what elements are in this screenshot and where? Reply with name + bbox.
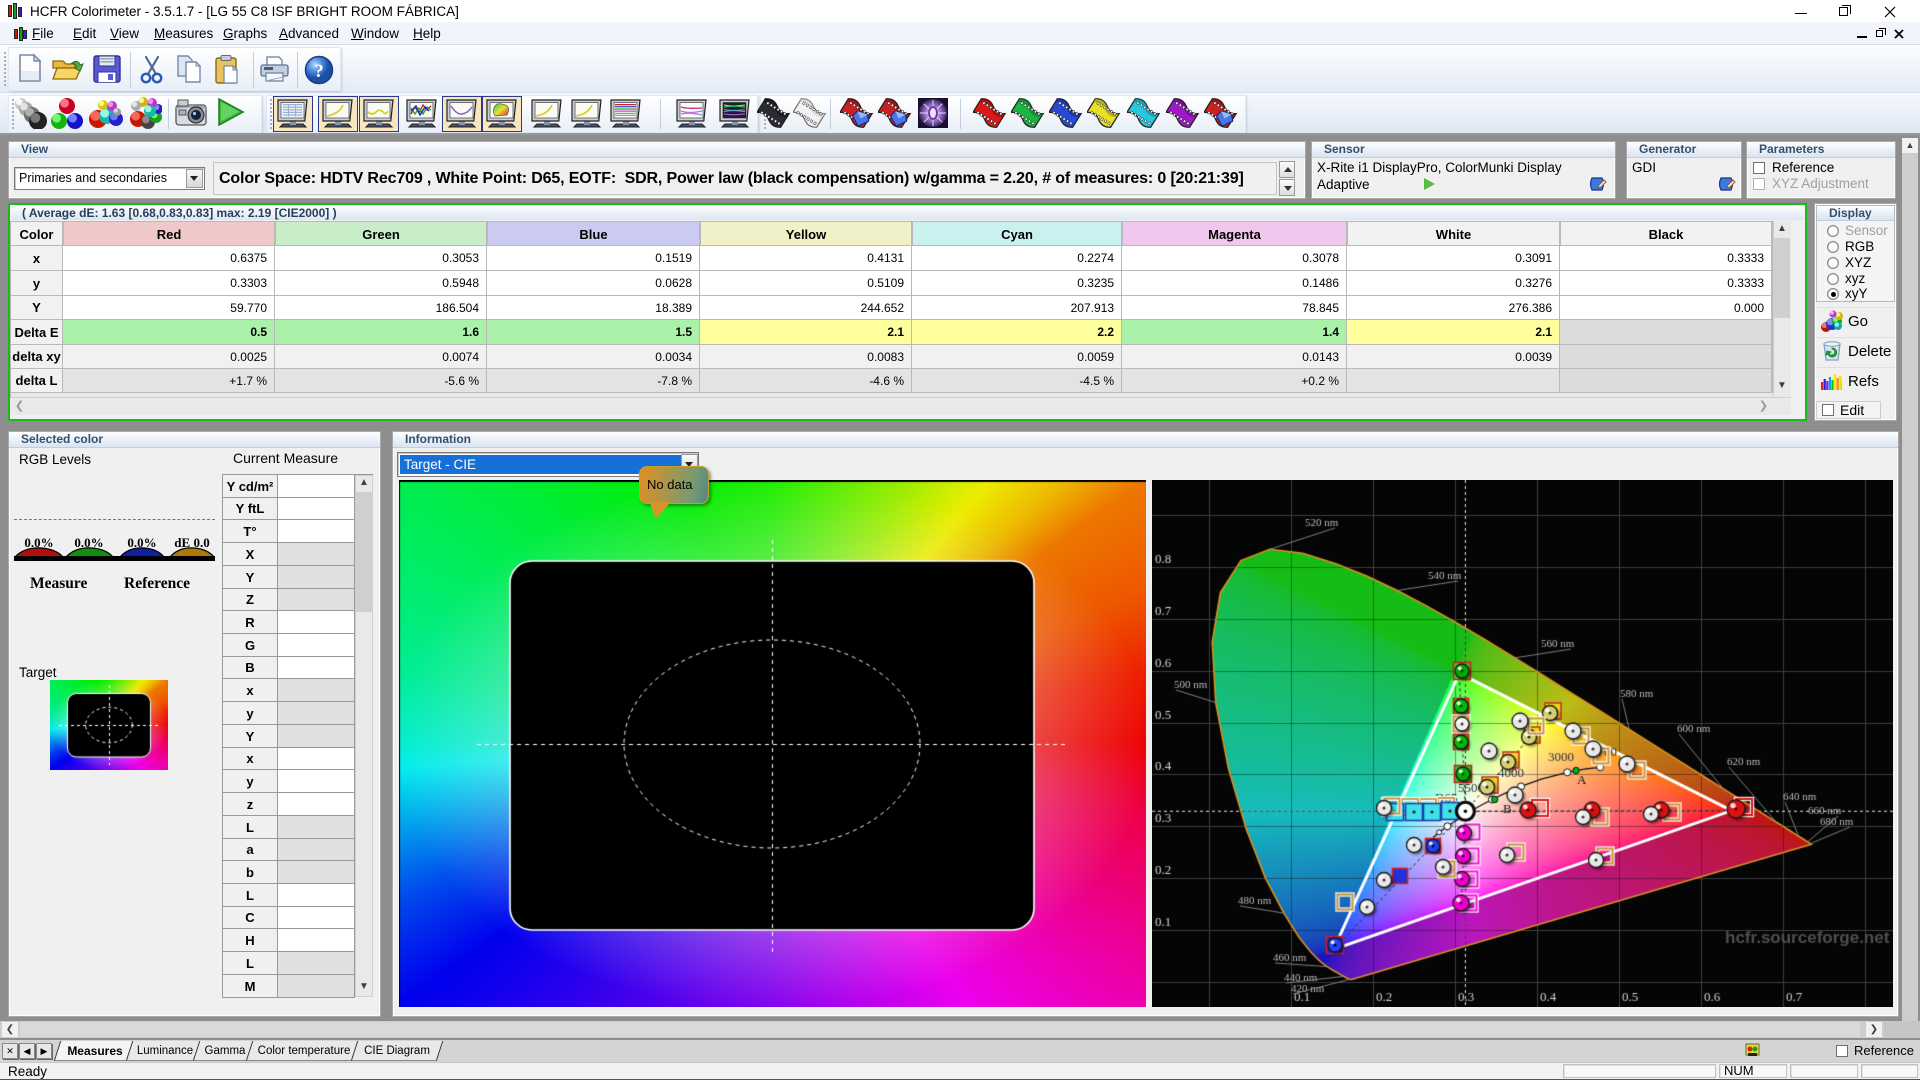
svg-text:?: ? (314, 61, 324, 82)
